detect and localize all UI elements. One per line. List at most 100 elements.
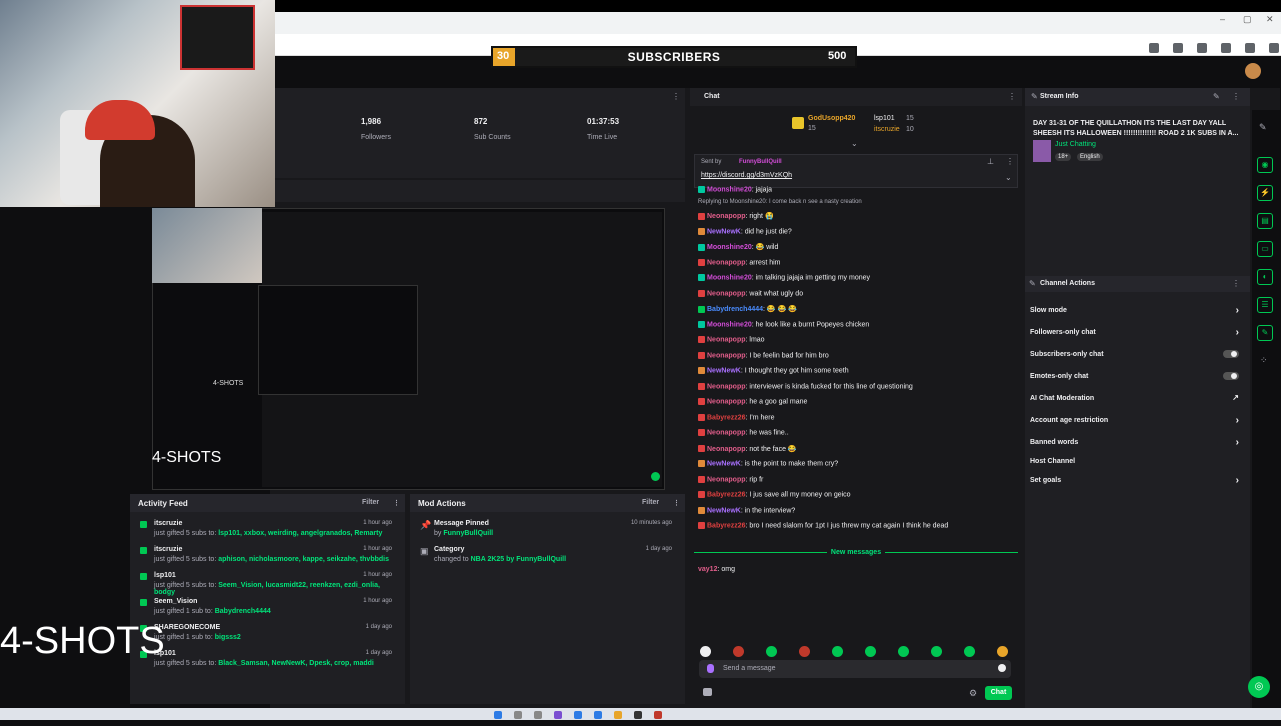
chat-username[interactable]: Neonapopp	[707, 290, 746, 297]
channel-action-slow-mode[interactable]: Slow mode ›	[1030, 305, 1245, 316]
download-icon[interactable]	[1221, 43, 1231, 53]
taskbar-app-icon[interactable]	[634, 711, 642, 719]
taskbar-app-icon[interactable]	[614, 711, 622, 719]
start-icon[interactable]	[494, 711, 502, 719]
sidebar-button-5[interactable]: ◐	[1257, 269, 1273, 285]
chat-username[interactable]: Babyrezz26	[707, 522, 746, 529]
channel-action-banned-words[interactable]: Banned words ›	[1030, 437, 1245, 448]
chevron-down-icon[interactable]: ⌄	[851, 139, 858, 148]
pinned-link[interactable]: https://discord.gg/d3mVzKQh	[701, 172, 792, 179]
mod-menu-icon[interactable]: ⋮	[673, 499, 680, 507]
gear-icon[interactable]: ⚙	[969, 688, 977, 699]
profile-icon[interactable]	[1245, 43, 1255, 53]
bookmark-icon[interactable]	[1149, 43, 1159, 53]
chat-username[interactable]: Neonapopp	[707, 259, 746, 266]
chat-username[interactable]: Babyrezz26	[707, 491, 746, 498]
channel-actions-menu-icon[interactable]: ⋮	[1232, 279, 1240, 288]
chat-username[interactable]: Neonapopp	[707, 336, 746, 343]
sidebar-button-2[interactable]: ⚡	[1257, 185, 1273, 201]
stream-info-menu-icon[interactable]: ⋮	[1232, 92, 1240, 101]
chat-badge-icon[interactable]	[707, 664, 714, 673]
search-icon[interactable]	[514, 711, 522, 719]
gift-icon[interactable]	[703, 688, 712, 696]
sidebar-button-1[interactable]: ◉	[1257, 157, 1273, 173]
emote-icon[interactable]	[700, 646, 711, 658]
new-messages-label[interactable]: New messages	[690, 549, 1022, 556]
minimize-icon[interactable]: –	[1220, 14, 1225, 24]
activity-menu-icon[interactable]: ⋮	[393, 499, 400, 507]
channel-action-ai-moderation[interactable]: AI Chat Moderation ↗	[1030, 393, 1245, 402]
taskbar-app-icon[interactable]	[654, 711, 662, 719]
close-icon[interactable]: ✕	[1266, 14, 1274, 25]
leaderboard-second[interactable]: lsp101	[874, 115, 895, 122]
chat-username[interactable]: Babyrezz26	[707, 414, 746, 421]
pinned-expand-icon[interactable]: ⌄	[1005, 173, 1012, 182]
menu-icon[interactable]	[1269, 43, 1279, 53]
emote-icon[interactable]	[898, 646, 909, 658]
chat-username[interactable]: Neonapopp	[707, 398, 746, 405]
chat-send-button[interactable]: Chat	[985, 686, 1012, 700]
sidebar-button-7[interactable]: ✎	[1257, 325, 1273, 341]
emote-icon[interactable]	[799, 646, 810, 658]
edit-icon[interactable]: ✎	[1213, 92, 1220, 101]
chat-username[interactable]: NewNewK	[707, 367, 741, 374]
mod-filter-button[interactable]: Filter	[642, 499, 659, 506]
taskbar-app-icon[interactable]	[574, 711, 582, 719]
chat-username[interactable]: Neonapopp	[707, 446, 746, 453]
chat-username[interactable]: Moonshine20	[707, 186, 752, 193]
avatar[interactable]	[1245, 63, 1261, 79]
stream-tag[interactable]: 18+	[1055, 153, 1072, 161]
chat-username[interactable]: vay12	[698, 566, 717, 573]
pinned-menu-icon[interactable]: ⋮	[1006, 157, 1014, 166]
channel-action-set-goals[interactable]: Set goals ›	[1030, 475, 1245, 486]
channel-action-emotes-only[interactable]: Emotes-only chat	[1030, 372, 1245, 380]
chat-username[interactable]: Moonshine20	[707, 244, 752, 251]
chat-username[interactable]: NewNewK	[707, 460, 741, 467]
chat-username[interactable]: Neonapopp	[707, 476, 746, 483]
sidebar-button-3[interactable]: ▤	[1257, 213, 1273, 229]
stats-menu-icon[interactable]: ⋮	[672, 92, 680, 101]
activity-username[interactable]: SHAREGONECOME	[154, 624, 400, 631]
leaderboard-first[interactable]: GodUsopp420	[808, 115, 855, 122]
chat-username[interactable]: Babydrench4444	[707, 306, 763, 313]
chat-menu-icon[interactable]: ⋮	[1008, 92, 1016, 101]
taskbar-app-icon[interactable]	[594, 711, 602, 719]
chat-username[interactable]: Neonapopp	[707, 383, 746, 390]
leaderboard-third[interactable]: itscruzie	[874, 126, 900, 133]
channel-action-host-channel[interactable]: Host Channel	[1030, 458, 1245, 465]
emote-icon[interactable]	[865, 646, 876, 658]
emote-icon[interactable]	[964, 646, 975, 658]
taskbar-app-icon[interactable]	[554, 711, 562, 719]
chat-username[interactable]: Neonapopp	[707, 352, 746, 359]
emote-icon[interactable]	[733, 646, 744, 658]
emote-icon[interactable]	[931, 646, 942, 658]
channel-action-account-age[interactable]: Account age restriction ›	[1030, 415, 1245, 426]
sidebar-button-6[interactable]: ☰	[1257, 297, 1273, 313]
pin-icon[interactable]: ⊥	[987, 157, 994, 166]
taskbar-app-icon[interactable]	[534, 711, 542, 719]
chat-username[interactable]: Moonshine20	[707, 321, 752, 328]
help-button[interactable]: ◎	[1248, 676, 1270, 698]
split-icon[interactable]	[1197, 43, 1207, 53]
emotes-only-toggle[interactable]	[1223, 372, 1239, 380]
chat-username[interactable]: Neonapopp	[707, 213, 746, 220]
sidebar-more-icon[interactable]: ⁘	[1260, 355, 1268, 366]
maximize-icon[interactable]: ▢	[1243, 14, 1252, 25]
channel-action-subscribers-only[interactable]: Subscribers-only chat	[1030, 350, 1245, 358]
sidebar-button-4[interactable]: ▭	[1257, 241, 1273, 257]
emote-icon[interactable]	[766, 646, 777, 658]
emote-icon[interactable]	[997, 646, 1008, 658]
chat-username[interactable]: Moonshine20	[707, 274, 752, 281]
stream-tag[interactable]: English	[1077, 153, 1103, 161]
chat-username[interactable]: NewNewK	[707, 228, 741, 235]
activity-filter-button[interactable]: Filter	[362, 499, 379, 506]
extension-icon[interactable]	[1173, 43, 1183, 53]
emote-picker-icon[interactable]	[998, 664, 1006, 672]
chat-username[interactable]: NewNewK	[707, 507, 741, 514]
chat-input[interactable]: Send a message	[699, 660, 1011, 678]
stream-category[interactable]: Just Chatting	[1055, 141, 1096, 148]
pencil-icon[interactable]: ✎	[1259, 122, 1267, 133]
subscribers-only-toggle[interactable]	[1223, 350, 1239, 358]
chat-username[interactable]: Neonapopp	[707, 429, 746, 436]
channel-action-followers-only[interactable]: Followers-only chat ›	[1030, 327, 1245, 338]
